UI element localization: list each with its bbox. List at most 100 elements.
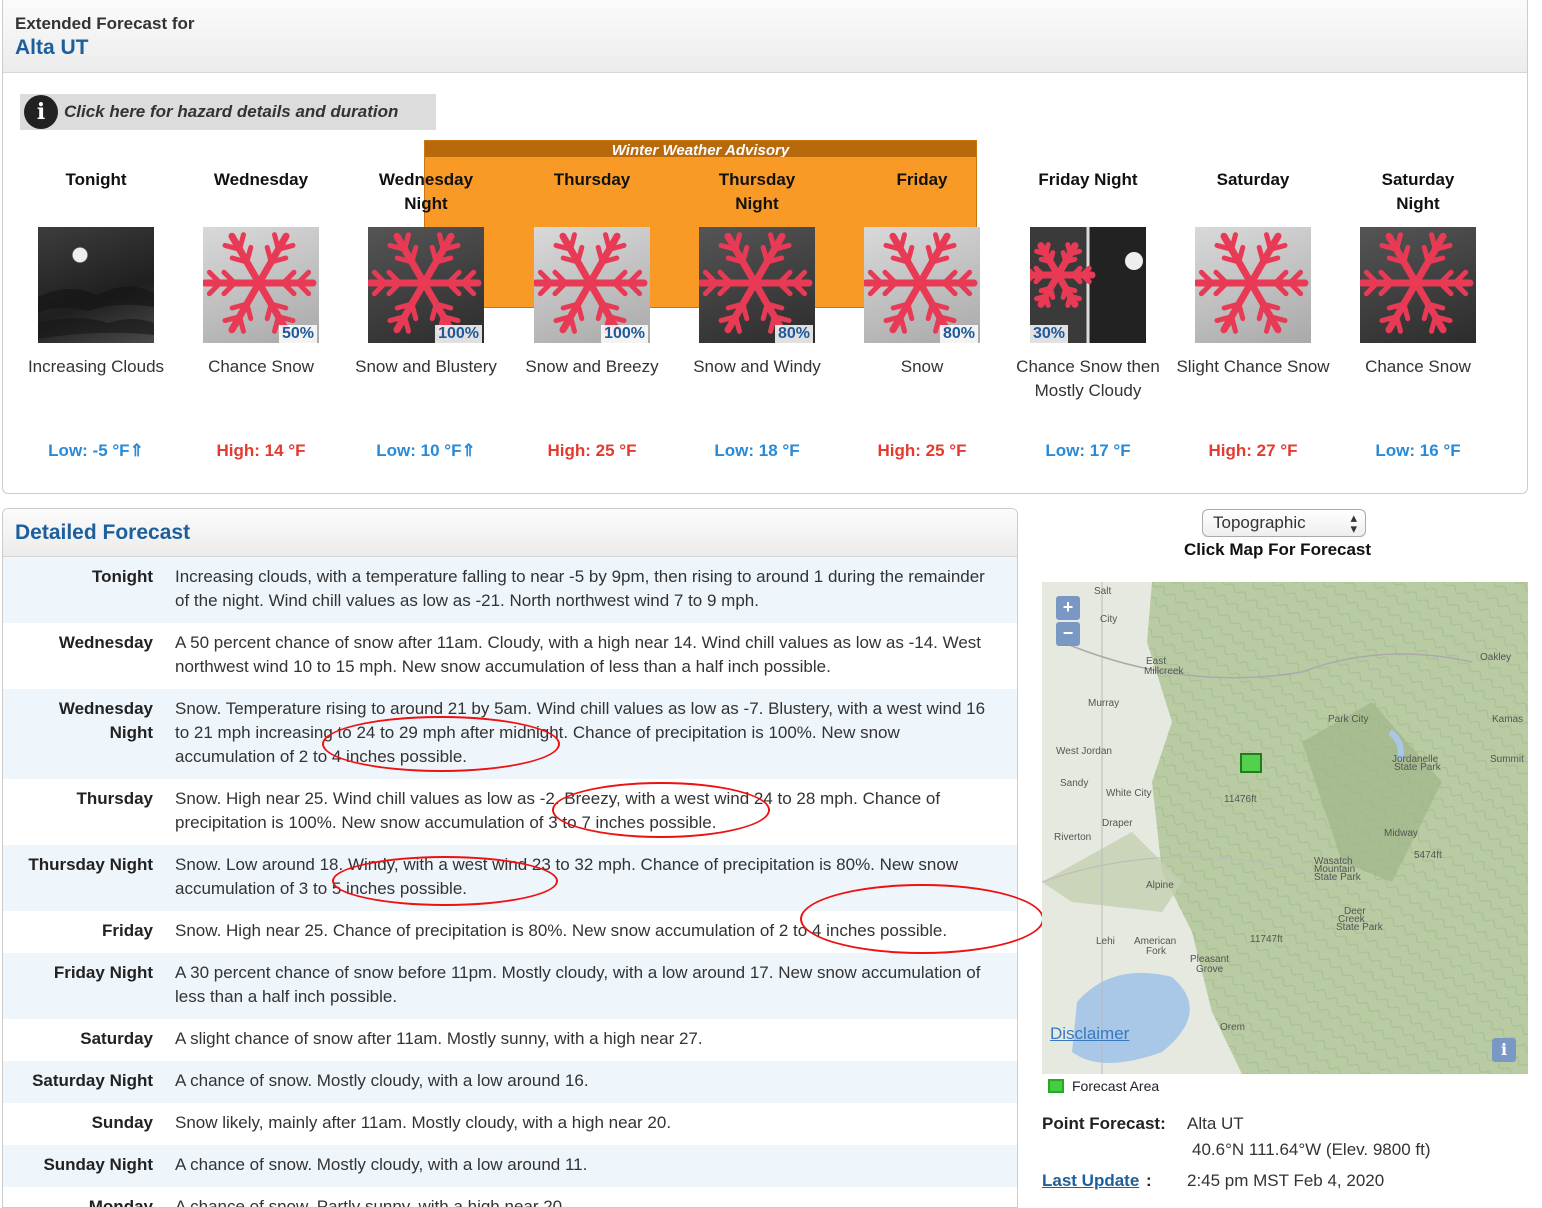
row-text: A 30 percent chance of snow before 11pm.… [175, 963, 981, 1006]
last-update-link[interactable]: Last Update [1042, 1171, 1139, 1191]
forecast-period[interactable]: Wednesday Night 100% Snow and Blustery L… [346, 168, 506, 461]
svg-text:Sandy: Sandy [1060, 778, 1088, 789]
row-text: A 50 percent chance of snow after 11am. … [175, 633, 982, 676]
forecast-area-swatch [1048, 1079, 1064, 1093]
detailed-forecast-row: Wednesday Night Snow. Temperature rising… [3, 689, 1017, 779]
svg-text:Midway: Midway [1384, 828, 1418, 839]
detailed-forecast-row: Tonight Increasing clouds, with a temper… [3, 557, 1017, 623]
svg-text:White City: White City [1106, 788, 1152, 799]
svg-text:Oakley: Oakley [1480, 652, 1511, 663]
header-label: Extended Forecast for [15, 14, 195, 33]
row-text: A chance of snow. Mostly cloudy, with a … [175, 1155, 588, 1174]
detailed-forecast-row: Thursday Night Snow. Low around 18. Wind… [3, 845, 1017, 911]
snow-icon: 100% [368, 227, 484, 343]
svg-text:Millcreek: Millcreek [1144, 666, 1184, 677]
snowflake-icon [1360, 232, 1474, 334]
point-forecast-location: Alta UT [1187, 1114, 1244, 1133]
detailed-forecast-row: Sunday Snow likely, mainly after 11am. M… [3, 1103, 1017, 1145]
cloud-icon [38, 227, 154, 343]
row-label: Wednesday [58, 633, 153, 652]
snow-icon: 50% [203, 227, 319, 343]
forecast-period[interactable]: Friday Night 30% Chance Snow then Mostly… [1008, 168, 1168, 461]
period-description: Snow and Windy [693, 357, 821, 376]
row-label: Wednesday Night [58, 699, 153, 742]
period-description: Slight Chance Snow [1176, 357, 1330, 376]
forecast-period[interactable]: Thursday Night 80% Snow and Windy Low: 1… [677, 168, 837, 461]
period-temperature: Low: 10 °F⇑ [376, 441, 476, 460]
svg-text:Grove: Grove [1196, 964, 1224, 975]
map-type-select[interactable]: Topographic ▴ ▾ [1202, 509, 1366, 537]
svg-text:State Park: State Park [1336, 922, 1384, 933]
svg-text:Kamas: Kamas [1492, 714, 1523, 725]
row-text: Snow. High near 25. Wind chill values as… [175, 789, 941, 832]
svg-text:Riverton: Riverton [1054, 832, 1091, 843]
period-description: Increasing Clouds [27, 357, 165, 376]
detailed-forecast-title: Detailed Forecast [3, 509, 1017, 557]
svg-text:Draper: Draper [1102, 818, 1133, 829]
period-name: Friday Night [1038, 170, 1138, 189]
forecast-period[interactable]: Saturday Slight Chance Snow High: 27 °F [1173, 168, 1333, 461]
forecast-map[interactable]: Salt City East Millcreek Murray West Jor… [1042, 582, 1528, 1074]
map-column: Topographic ▴ ▾ Click Map For Forecast Sa… [1030, 508, 1540, 1202]
point-forecast-coords: 40.6°N 111.64°W (Elev. 9800 ft) [1192, 1140, 1431, 1159]
row-label: Saturday [80, 1029, 153, 1048]
period-description: Chance Snow then Mostly Cloudy [1016, 357, 1160, 400]
zoom-in-button[interactable]: + [1056, 596, 1080, 620]
advisory-label: Winter Weather Advisory [425, 141, 976, 157]
period-temperature: High: 27 °F [1208, 441, 1298, 460]
hazard-details-button[interactable]: i Click here for hazard details and dura… [20, 94, 436, 130]
period-temperature: Low: -5 °F⇑ [48, 441, 144, 460]
detailed-forecast-row: Friday Snow. High near 25. Chance of pre… [3, 911, 1017, 953]
location-title: Alta UT [15, 36, 89, 59]
period-name: Wednesday [213, 170, 309, 189]
row-text: Snow. High near 25. Chance of precipitat… [175, 921, 948, 940]
map-type-value: Topographic [1213, 513, 1306, 532]
period-name: Thursday [553, 170, 631, 189]
forecast-period[interactable]: Saturday Night Chance Snow Low: 16 °F [1338, 168, 1498, 461]
precip-chance: 80% [774, 325, 813, 343]
row-text: Snow likely, mainly after 11am. Mostly c… [175, 1113, 672, 1132]
period-name: Wednesday Night [378, 170, 474, 213]
map-info-icon[interactable]: i [1492, 1038, 1516, 1062]
map-caption: Click Map For Forecast [1184, 540, 1372, 559]
period-temperature: Low: 18 °F [714, 441, 800, 460]
period-name: Saturday Night [1381, 170, 1455, 213]
period-description: Snow [900, 357, 944, 376]
period-name: Saturday [1216, 170, 1290, 189]
detailed-forecast-row: Saturday Night A chance of snow. Mostly … [3, 1061, 1017, 1103]
row-label: Thursday [76, 789, 153, 808]
map-legend: Forecast Area [1048, 1078, 1159, 1094]
forecast-period[interactable]: Wednesday 50% Chance Snow High: 14 °F [181, 168, 341, 461]
extended-forecast-header: Extended Forecast for Alta UT [3, 0, 1527, 73]
svg-text:Lehi: Lehi [1096, 936, 1115, 947]
forecast-period[interactable]: Thursday 100% Snow and Breezy High: 25 °… [512, 168, 672, 461]
row-label: Sunday Night [43, 1155, 153, 1174]
disclaimer-link[interactable]: Disclaimer [1050, 1024, 1129, 1044]
detailed-forecast-panel: Detailed Forecast Tonight Increasing clo… [2, 508, 1018, 1208]
zoom-out-button[interactable]: − [1056, 622, 1080, 646]
last-update-colon: : [1146, 1171, 1152, 1190]
hazard-details-label: Click here for hazard details and durati… [64, 102, 399, 121]
row-label: Tonight [91, 567, 153, 586]
svg-text:11476ft: 11476ft [1224, 794, 1257, 805]
info-icon: i [24, 95, 58, 129]
snow-icon [1360, 227, 1476, 343]
row-label: Friday [101, 921, 153, 940]
period-name: Friday [896, 170, 948, 189]
row-label: Sunday [91, 1113, 153, 1132]
svg-text:Park City: Park City [1328, 714, 1369, 725]
period-temperature: High: 25 °F [877, 441, 967, 460]
snow-icon: 100% [534, 227, 650, 343]
legend-label: Forecast Area [1072, 1078, 1160, 1094]
forecast-period[interactable]: Friday 80% Snow High: 25 °F [842, 168, 1002, 461]
snow-icon: 80% [699, 227, 815, 343]
detailed-forecast-row: Monday A chance of snow. Partly sunny, w… [3, 1187, 1017, 1207]
svg-text:Summit: Summit [1490, 754, 1524, 765]
forecast-period[interactable]: Tonight Increasing Clouds Low: -5 °F⇑ [16, 168, 176, 461]
svg-text:West Jordan: West Jordan [1056, 746, 1112, 757]
row-label: Thursday Night [28, 855, 153, 874]
svg-text:5474ft: 5474ft [1414, 850, 1442, 861]
row-text: Increasing clouds, with a temperature fa… [175, 567, 985, 610]
period-name: Tonight [65, 170, 127, 189]
select-arrows-icon: ▴ ▾ [1350, 510, 1357, 536]
